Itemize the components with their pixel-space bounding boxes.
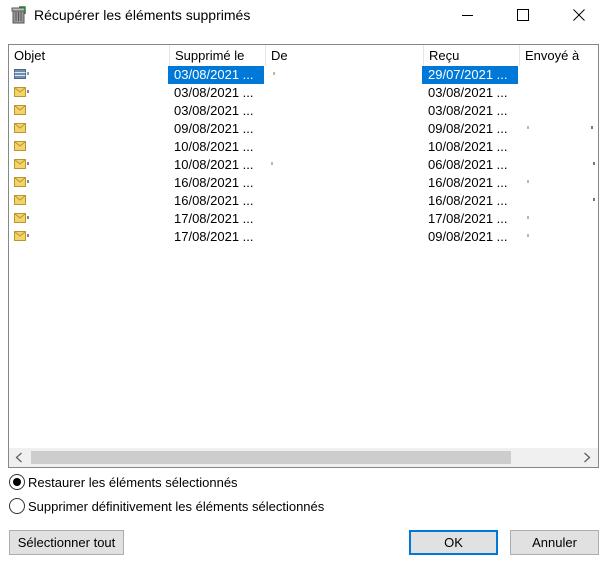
recipient-fragment	[593, 198, 595, 201]
envelope-icon	[14, 213, 26, 223]
envelope-icon	[14, 87, 26, 97]
deleted-date-cell: 10/08/2021 ...	[174, 157, 254, 172]
received-date-cell: 16/08/2021 ...	[428, 175, 508, 190]
column-header-subject[interactable]: Objet	[9, 45, 170, 66]
column-header-from[interactable]: De	[266, 45, 424, 66]
purge-label[interactable]: Supprimer définitivement les éléments sé…	[28, 499, 324, 514]
table-row[interactable]: 16/08/2021 ... 16/08/2021 ...	[9, 192, 598, 210]
sender-fragment	[273, 72, 275, 75]
received-date-cell: 16/08/2021 ...	[428, 193, 508, 208]
cancel-button[interactable]: Annuler	[510, 530, 599, 555]
deleted-date-cell: 10/08/2021 ...	[174, 139, 254, 154]
subject-fragment	[27, 162, 29, 165]
minimize-icon	[462, 15, 473, 16]
title-bar: Récupérer les éléments supprimés	[0, 0, 607, 31]
restore-radio[interactable]	[9, 474, 25, 490]
sender-fragment	[271, 162, 273, 165]
scroll-right-icon[interactable]	[583, 452, 591, 463]
table-row[interactable]: 10/08/2021 ... 10/08/2021 ...	[9, 138, 598, 156]
recipient-fragment	[593, 162, 595, 165]
recipient-fragment	[527, 180, 529, 183]
subject-fragment	[27, 72, 29, 75]
received-date-cell: 29/07/2021 ...	[422, 66, 518, 84]
envelope-icon	[14, 105, 26, 115]
envelope-icon	[14, 141, 26, 151]
minimize-button[interactable]	[445, 0, 491, 31]
received-date-cell: 03/08/2021 ...	[428, 103, 508, 118]
received-date-cell: 09/08/2021 ...	[428, 229, 508, 244]
maximize-button[interactable]	[500, 0, 546, 31]
table-row[interactable]: 16/08/2021 ... 16/08/2021 ...	[9, 174, 598, 192]
recipient-fragment	[527, 234, 529, 237]
table-row[interactable]: 03/08/2021 ... 29/07/2021 ...	[9, 66, 598, 84]
envelope-icon	[14, 177, 26, 187]
deleted-date-cell: 09/08/2021 ...	[174, 121, 254, 136]
close-icon	[573, 9, 585, 21]
column-header-sent-to[interactable]: Envoyé à	[520, 45, 598, 66]
select-all-button[interactable]: Sélectionner tout	[9, 530, 124, 555]
scroll-left-icon[interactable]	[15, 452, 23, 463]
deleted-date-cell: 16/08/2021 ...	[174, 193, 254, 208]
subject-fragment	[27, 180, 29, 183]
ok-button[interactable]: OK	[409, 530, 498, 555]
table-row[interactable]: 03/08/2021 ... 03/08/2021 ...	[9, 102, 598, 120]
table-row[interactable]: 09/08/2021 ... 09/08/2021 ...	[9, 120, 598, 138]
envelope-icon	[14, 195, 26, 205]
column-header-deleted[interactable]: Supprimé le	[170, 45, 266, 66]
received-date-cell: 06/08/2021 ...	[428, 157, 508, 172]
envelope-icon	[14, 159, 26, 169]
deleted-date-cell: 17/08/2021 ...	[174, 211, 254, 226]
deleted-date-cell: 16/08/2021 ...	[174, 175, 254, 190]
deleted-date-cell: 17/08/2021 ...	[174, 229, 254, 244]
column-header-received[interactable]: Reçu	[424, 45, 520, 66]
restore-label[interactable]: Restaurer les éléments sélectionnés	[28, 475, 238, 490]
envelope-icon	[14, 123, 26, 133]
close-button[interactable]	[556, 0, 602, 31]
envelope-icon	[14, 231, 26, 241]
table-row[interactable]: 03/08/2021 ... 03/08/2021 ...	[9, 84, 598, 102]
deleted-items-list[interactable]: Objet Supprimé le De Reçu Envoyé à 03/08…	[8, 44, 599, 468]
window-title: Récupérer les éléments supprimés	[34, 7, 251, 23]
recipient-fragment	[527, 216, 529, 219]
deleted-date-cell: 03/08/2021 ...	[174, 85, 254, 100]
calendar-icon	[14, 69, 26, 79]
subject-fragment	[27, 90, 29, 93]
deleted-date-cell: 03/08/2021 ...	[174, 103, 254, 118]
purge-radio[interactable]	[9, 498, 25, 514]
table-row[interactable]: 10/08/2021 ... 06/08/2021 ...	[9, 156, 598, 174]
table-row[interactable]: 17/08/2021 ... 17/08/2021 ...	[9, 210, 598, 228]
list-header: Objet Supprimé le De Reçu Envoyé à	[9, 45, 598, 66]
received-date-cell: 03/08/2021 ...	[428, 85, 508, 100]
column-edge-bar	[588, 66, 598, 108]
deleted-date-cell: 03/08/2021 ...	[168, 66, 264, 84]
received-date-cell: 09/08/2021 ...	[428, 121, 508, 136]
horizontal-scrollbar[interactable]	[9, 448, 598, 467]
subject-fragment	[27, 216, 29, 219]
scrollbar-thumb[interactable]	[31, 451, 511, 464]
recipient-fragment	[591, 126, 593, 129]
received-date-cell: 17/08/2021 ...	[428, 211, 508, 226]
received-date-cell: 10/08/2021 ...	[428, 139, 508, 154]
recipient-fragment	[527, 126, 529, 129]
maximize-icon	[517, 9, 529, 21]
subject-fragment	[27, 234, 29, 237]
recycle-bin-icon	[11, 6, 26, 24]
table-row[interactable]: 17/08/2021 ... 09/08/2021 ...	[9, 228, 598, 246]
radio-selected-dot	[13, 478, 21, 486]
